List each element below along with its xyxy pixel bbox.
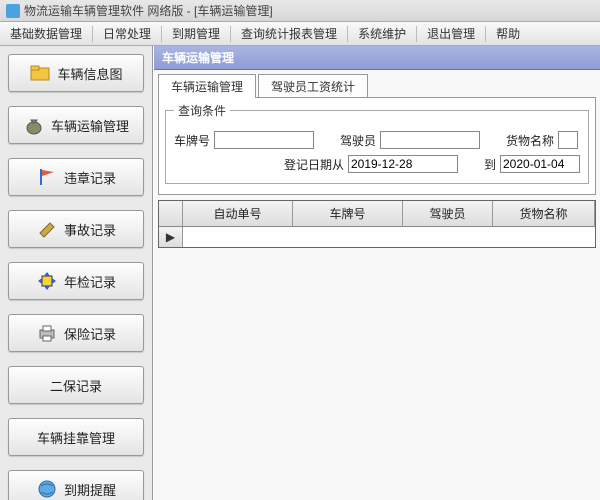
- content-area: 车辆运输管理 车辆运输管理 驾驶员工资统计 查询条件 车牌号 驾驶员 货物名称: [153, 46, 600, 500]
- date-from-label: 登记日期从: [284, 156, 344, 173]
- col-cargo[interactable]: 货物名称: [493, 201, 595, 226]
- sidebar-item-label: 车辆运输管理: [51, 116, 129, 135]
- tab-transport-mgmt[interactable]: 车辆运输管理: [158, 74, 256, 98]
- grid-corner: [159, 201, 183, 226]
- sidebar-item-maintenance[interactable]: 二保记录: [8, 366, 144, 404]
- sidebar-item-label: 车辆信息图: [57, 64, 122, 83]
- printer-icon: [36, 322, 58, 344]
- date-from-input[interactable]: [348, 155, 458, 173]
- page-title: 车辆运输管理: [154, 46, 600, 70]
- col-order-no[interactable]: 自动单号: [183, 201, 293, 226]
- sidebar-item-label: 违章记录: [64, 168, 116, 187]
- date-to-label: 到: [484, 156, 496, 173]
- cargo-label: 货物名称: [506, 132, 554, 149]
- globe-icon: [36, 478, 58, 500]
- menu-system[interactable]: 系统维护: [348, 22, 416, 45]
- tab-driver-salary[interactable]: 驾驶员工资统计: [258, 74, 368, 98]
- col-driver[interactable]: 驾驶员: [403, 201, 493, 226]
- sidebar-item-label: 保险记录: [64, 324, 116, 343]
- wrench-icon: [36, 218, 58, 240]
- menu-reports[interactable]: 查询统计报表管理: [231, 22, 347, 45]
- sidebar-item-label: 二保记录: [50, 376, 102, 395]
- sidebar-item-transport-mgmt[interactable]: 车辆运输管理: [8, 106, 144, 144]
- menu-help[interactable]: 帮助: [486, 22, 530, 45]
- sidebar-item-label: 车辆挂靠管理: [37, 428, 115, 447]
- sidebar-item-affiliation[interactable]: 车辆挂靠管理: [8, 418, 144, 456]
- driver-label: 驾驶员: [340, 132, 376, 149]
- menu-bar: 基础数据管理 日常处理 到期管理 查询统计报表管理 系统维护 退出管理 帮助: [0, 22, 600, 46]
- grid-row[interactable]: ▶: [159, 227, 595, 247]
- tabs: 车辆运输管理 驾驶员工资统计: [158, 74, 600, 98]
- row-marker-icon: ▶: [159, 227, 183, 247]
- grid-header: 自动单号 车牌号 驾驶员 货物名称: [159, 201, 595, 227]
- sidebar-item-label: 事故记录: [64, 220, 116, 239]
- sidebar-item-violation[interactable]: 违章记录: [8, 158, 144, 196]
- tab-panel: 查询条件 车牌号 驾驶员 货物名称 登记日期从 到: [158, 97, 596, 195]
- sidebar-item-vehicle-info[interactable]: 车辆信息图: [8, 54, 144, 92]
- query-fieldset: 查询条件 车牌号 驾驶员 货物名称 登记日期从 到: [165, 102, 589, 184]
- menu-exit[interactable]: 退出管理: [417, 22, 485, 45]
- data-grid[interactable]: 自动单号 车牌号 驾驶员 货物名称 ▶: [158, 200, 596, 248]
- title-bar: 物流运输车辆管理软件 网络版 - [车辆运输管理]: [0, 0, 600, 22]
- plate-input[interactable]: [214, 131, 314, 149]
- sidebar-item-accident[interactable]: 事故记录: [8, 210, 144, 248]
- app-icon: [6, 4, 20, 18]
- sidebar-item-inspection[interactable]: 年检记录: [8, 262, 144, 300]
- menu-basic-data[interactable]: 基础数据管理: [0, 22, 92, 45]
- col-plate[interactable]: 车牌号: [293, 201, 403, 226]
- menu-daily[interactable]: 日常处理: [93, 22, 161, 45]
- sidebar: 车辆信息图 车辆运输管理 违章记录 事故记录 年检记录 保险记录 二保记录 车辆…: [0, 46, 153, 500]
- menu-expiry[interactable]: 到期管理: [162, 22, 230, 45]
- plate-label: 车牌号: [174, 132, 210, 149]
- sidebar-item-reminder[interactable]: 到期提醒: [8, 470, 144, 500]
- arrows-icon: [36, 270, 58, 292]
- window-title: 物流运输车辆管理软件 网络版 - [车辆运输管理]: [24, 2, 273, 19]
- flag-icon: [36, 166, 58, 188]
- folder-icon: [29, 62, 51, 84]
- sidebar-item-label: 到期提醒: [64, 480, 116, 499]
- date-to-input[interactable]: [500, 155, 580, 173]
- cargo-input[interactable]: [558, 131, 578, 149]
- query-legend: 查询条件: [174, 102, 230, 119]
- sidebar-item-label: 年检记录: [64, 272, 116, 291]
- sidebar-item-insurance[interactable]: 保险记录: [8, 314, 144, 352]
- money-bag-icon: [23, 114, 45, 136]
- driver-input[interactable]: [380, 131, 480, 149]
